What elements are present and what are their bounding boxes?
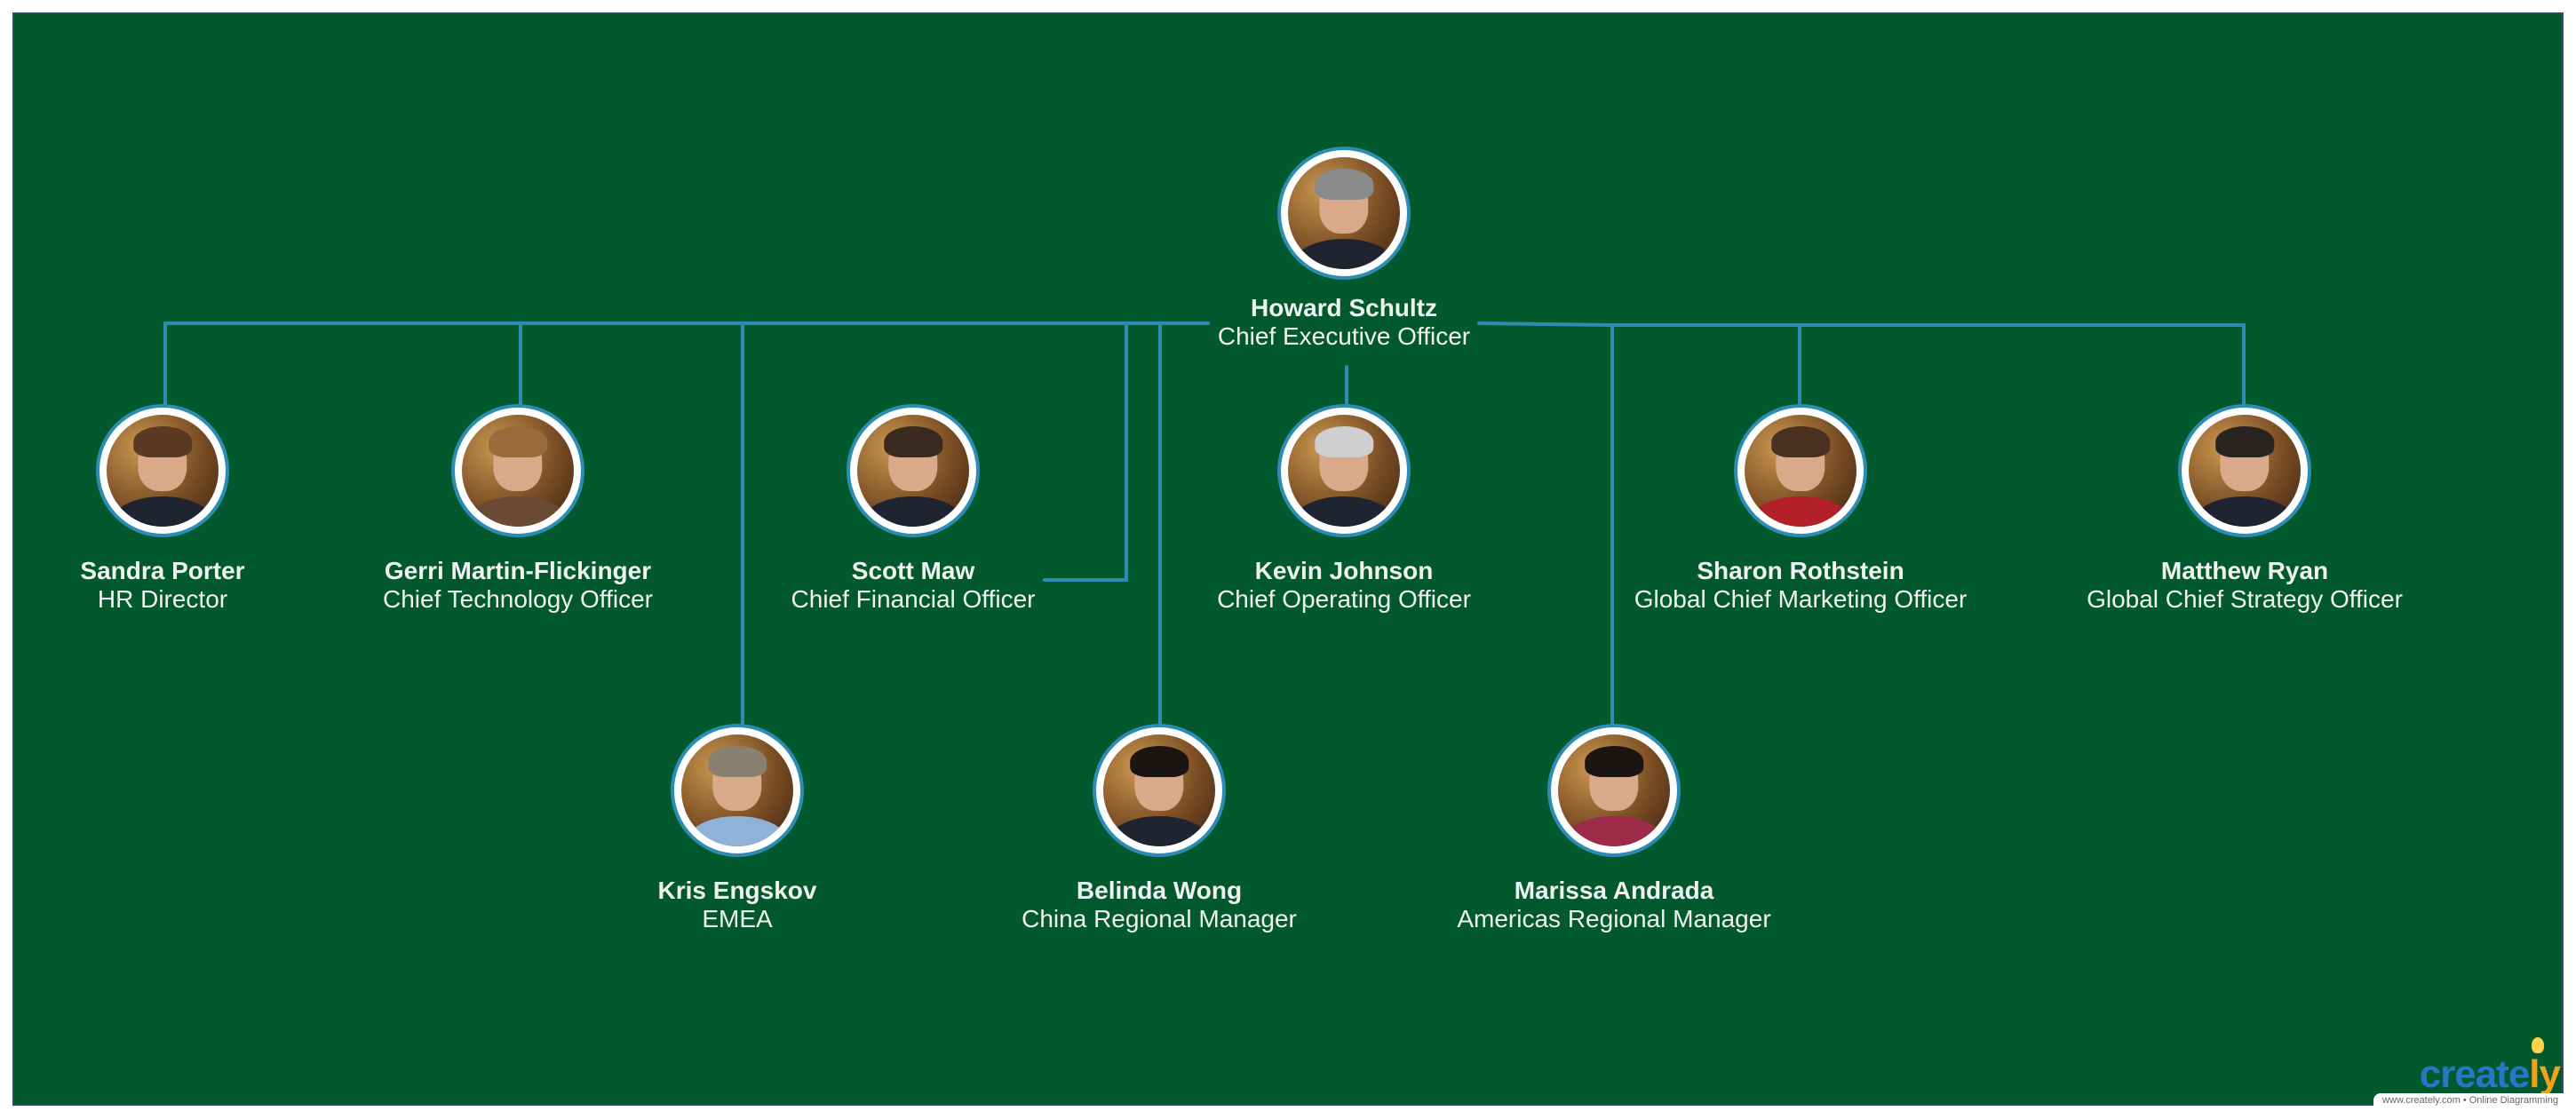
org-node-americas[interactable]: Marissa Andrada Americas Regional Manage… [1427, 724, 1801, 933]
org-node-hr[interactable]: Sandra Porter HR Director [0, 404, 349, 614]
person-name: Sharon Rothstein [1697, 557, 1904, 584]
brand-suffix: ly [2529, 1052, 2561, 1096]
brand-logo: creately [2419, 1052, 2561, 1096]
org-node-cfo[interactable]: Scott Maw Chief Financial Officer [727, 404, 1100, 614]
avatar-cfo [847, 404, 980, 537]
avatar-ceo [1277, 147, 1411, 280]
person-title: Chief Financial Officer [791, 585, 1036, 613]
org-node-emea[interactable]: Kris Engskov EMEA [551, 724, 924, 933]
avatar-coo [1277, 404, 1411, 537]
person-name: Marissa Andrada [1514, 877, 1714, 904]
org-node-coo[interactable]: Kevin Johnson Chief Operating Officer [1157, 404, 1530, 614]
person-title: Americas Regional Manager [1457, 905, 1771, 932]
person-name: Kevin Johnson [1254, 557, 1434, 584]
brand-prefix: creat [2419, 1052, 2509, 1096]
avatar-cto [451, 404, 584, 537]
avatar-china [1093, 724, 1226, 857]
person-name: Scott Maw [851, 557, 975, 584]
avatar-cso [2178, 404, 2311, 537]
person-name: Matthew Ryan [2160, 557, 2329, 584]
lightbulb-icon [2532, 1037, 2544, 1053]
brand-tagline: www.creately.com • Online Diagramming [2373, 1093, 2564, 1107]
org-node-china[interactable]: Belinda Wong China Regional Manager [973, 724, 1346, 933]
person-title: Chief Technology Officer [382, 585, 654, 613]
person-title: Global Chief Marketing Officer [1634, 585, 1968, 613]
person-name: Kris Engskov [657, 877, 817, 904]
org-node-ceo[interactable]: Howard Schultz Chief Executive Officer [1157, 147, 1530, 351]
person-name: Howard Schultz [1250, 294, 1437, 321]
person-title: Global Chief Strategy Officer [2087, 585, 2403, 613]
org-node-cto[interactable]: Gerri Martin-Flickinger Chief Technology… [331, 404, 704, 614]
avatar-emea [671, 724, 804, 857]
person-name: Sandra Porter [80, 557, 245, 584]
avatar-americas [1547, 724, 1681, 857]
person-name: Gerri Martin-Flickinger [384, 557, 652, 584]
brand-e: e [2508, 1052, 2531, 1096]
org-node-cso[interactable]: Matthew Ryan Global Chief Strategy Offic… [2058, 404, 2431, 614]
avatar-cmo [1734, 404, 1867, 537]
person-title: Chief Executive Officer [1217, 322, 1471, 350]
person-title: China Regional Manager [1022, 905, 1297, 932]
avatar-hr [96, 404, 229, 537]
person-title: HR Director [97, 585, 228, 613]
org-node-cmo[interactable]: Sharon Rothstein Global Chief Marketing … [1614, 404, 1987, 614]
person-title: Chief Operating Officer [1217, 585, 1471, 613]
person-name: Belinda Wong [1076, 877, 1243, 904]
creately-watermark[interactable]: creately www.creately.com • Online Diagr… [2363, 1037, 2564, 1107]
person-title: EMEA [702, 905, 773, 932]
